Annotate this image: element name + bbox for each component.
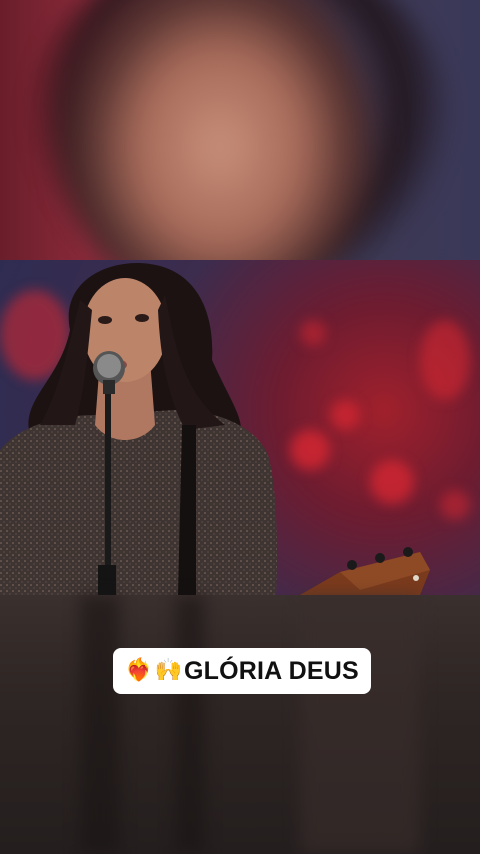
heart-on-fire-icon: ❤️‍🔥 [125, 658, 153, 683]
raised-hands-icon: 🙌 [154, 658, 182, 683]
blurred-backdrop-top [0, 0, 480, 260]
blurred-backdrop-bottom [0, 595, 480, 854]
video-post[interactable]: ❤️‍🔥 🙌 GLÓRIA DEUS [0, 0, 480, 854]
singer-illustration [0, 263, 430, 595]
caption-text: GLÓRIA DEUS [183, 656, 359, 685]
caption-sticker: ❤️‍🔥 🙌 GLÓRIA DEUS [113, 648, 371, 694]
video-frame[interactable] [0, 260, 480, 595]
